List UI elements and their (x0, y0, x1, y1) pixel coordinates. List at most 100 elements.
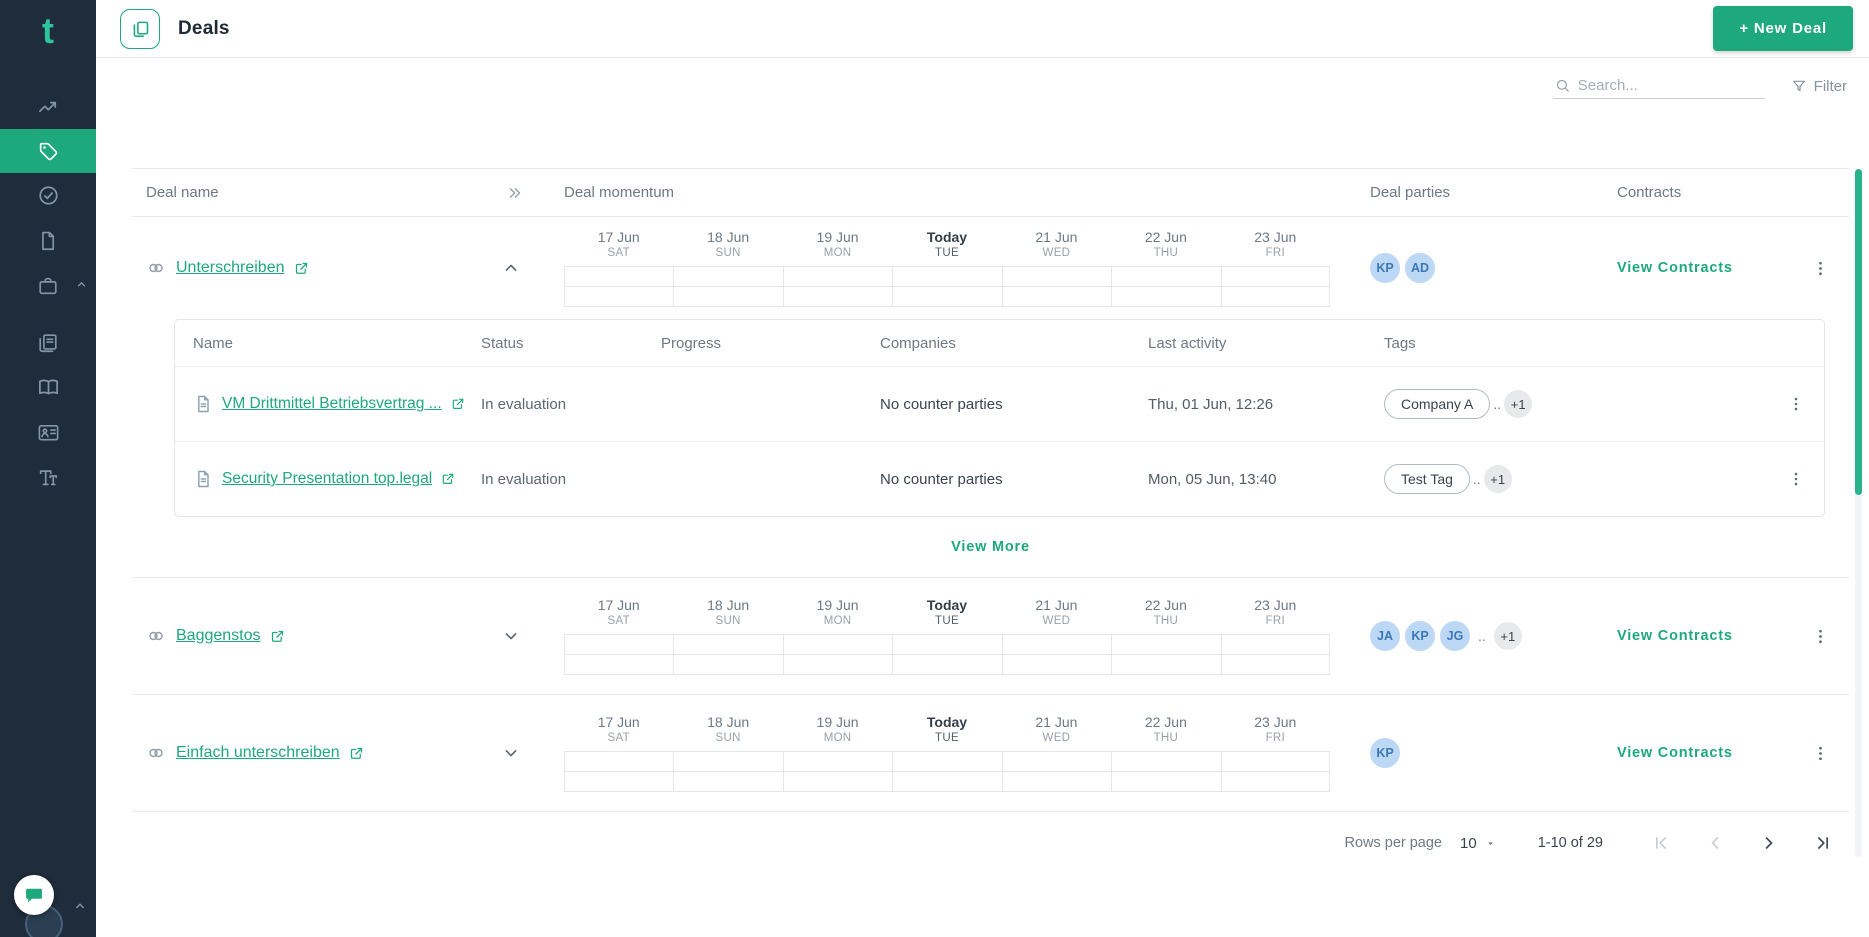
deal-section-einfach-unterschreiben: Einfach unterschreiben 17 JunSAT 18 JunS… (132, 695, 1849, 812)
deal-momentum-timeline: 17 JunSAT 18 JunSUN 19 JunMON TodayTUE 2… (564, 714, 1330, 792)
chat-launcher-button[interactable] (14, 875, 54, 915)
tags-overflow-chip[interactable]: +1 (1484, 465, 1512, 493)
tag-pill[interactable]: Test Tag (1384, 464, 1470, 494)
contract-row: VM Drittmittel Betriebsvertrag ... In ev… (175, 366, 1824, 441)
timeline-weekday: THU (1154, 615, 1179, 627)
view-contracts-link[interactable]: View Contracts (1617, 260, 1733, 276)
subcolumn-last-activity: Last activity (1148, 335, 1384, 352)
timeline-date: 18 Jun (707, 229, 749, 245)
first-page-icon[interactable] (1649, 831, 1673, 855)
timeline-cells (892, 634, 1001, 675)
view-contracts-link[interactable]: View Contracts (1617, 745, 1733, 761)
row-menu-icon[interactable] (1806, 253, 1836, 283)
view-contracts-link[interactable]: View Contracts (1617, 628, 1733, 644)
contract-companies: No counter parties (880, 396, 1148, 413)
party-avatar[interactable]: KP (1370, 253, 1400, 283)
sidebar-item-analytics[interactable] (0, 84, 96, 129)
timeline-date: 22 Jun (1145, 714, 1187, 730)
party-avatar[interactable]: AD (1405, 253, 1435, 283)
search-input[interactable] (1578, 77, 1763, 94)
timeline-date: 17 Jun (598, 714, 640, 730)
deals-table: Deal name Deal momentum Deal parties Con… (132, 168, 1849, 874)
tags-overflow-chip[interactable]: +1 (1504, 390, 1532, 418)
parties-overflow-chip[interactable]: +1 (1494, 622, 1522, 650)
search-box[interactable] (1553, 73, 1765, 99)
filter-button[interactable]: Filter (1791, 78, 1847, 95)
row-menu-icon[interactable] (1781, 464, 1811, 494)
deal-name-link[interactable]: Unterschreiben (176, 259, 285, 277)
previous-page-icon[interactable] (1703, 831, 1727, 855)
subcolumn-status: Status (481, 335, 661, 352)
last-page-icon[interactable] (1811, 831, 1835, 855)
sidebar-item-workspace[interactable] (0, 263, 96, 308)
sidebar-item-library[interactable] (0, 320, 96, 365)
party-avatar[interactable]: KP (1405, 621, 1435, 651)
row-menu-icon[interactable] (1781, 389, 1811, 419)
chevron-down-icon[interactable] (496, 738, 526, 768)
timeline-date: 22 Jun (1145, 229, 1187, 245)
timeline-cells (1111, 751, 1220, 792)
timeline-weekday: SAT (608, 247, 630, 259)
view-more-link[interactable]: View More (951, 539, 1030, 555)
column-header-deal-parties: Deal parties (1330, 184, 1617, 201)
timeline-cells (892, 751, 1001, 792)
tag-pill[interactable]: Company A (1384, 389, 1490, 419)
deal-name-link[interactable]: Einfach unterschreiben (176, 744, 340, 762)
next-page-icon[interactable] (1757, 831, 1781, 855)
party-avatar[interactable]: JA (1370, 621, 1400, 651)
timeline-weekday: FRI (1266, 247, 1285, 259)
party-avatar[interactable]: JG (1440, 621, 1470, 651)
sidebar-workspace-group (0, 320, 96, 500)
sidebar-item-documents[interactable] (0, 218, 96, 263)
external-link-icon[interactable] (294, 261, 309, 276)
external-link-icon[interactable] (349, 746, 364, 761)
rows-per-page-select[interactable]: 10 (1460, 835, 1496, 852)
sidebar-item-deals[interactable] (0, 129, 96, 173)
sidebar-item-book[interactable] (0, 365, 96, 410)
contract-row: Security Presentation top.legal In evalu… (175, 441, 1824, 516)
filter-label: Filter (1814, 78, 1847, 95)
contract-status: In evaluation (481, 396, 661, 413)
timeline-date: 19 Jun (817, 597, 859, 613)
row-menu-icon[interactable] (1806, 621, 1836, 651)
double-chevron-right-icon[interactable] (506, 184, 524, 202)
timeline-cells (564, 266, 673, 307)
timeline-cells (1111, 634, 1220, 675)
chevron-up-icon[interactable] (496, 253, 526, 283)
table-header-row: Deal name Deal momentum Deal parties Con… (132, 169, 1849, 217)
deal-rings-icon (146, 258, 166, 278)
sidebar-item-contacts[interactable] (0, 410, 96, 455)
party-avatar[interactable]: KP (1370, 738, 1400, 768)
column-header-deal-name: Deal name (146, 184, 219, 201)
new-deal-button[interactable]: + New Deal (1713, 6, 1853, 51)
row-menu-icon[interactable] (1806, 738, 1836, 768)
external-link-icon[interactable] (270, 629, 285, 644)
document-icon (37, 230, 59, 252)
chevron-down-icon[interactable] (496, 621, 526, 651)
external-link-icon[interactable] (451, 397, 465, 411)
contract-name-link[interactable]: Security Presentation top.legal (222, 470, 432, 488)
deal-name-link[interactable]: Baggenstos (176, 627, 261, 645)
scrollbar-thumb[interactable] (1855, 169, 1862, 495)
timeline-cells (783, 266, 892, 307)
chat-bubble-icon (24, 885, 44, 905)
subtable-header-row: Name Status Progress Companies Last acti… (175, 320, 1824, 366)
external-link-icon[interactable] (441, 472, 455, 486)
sidebar-item-text[interactable] (0, 455, 96, 500)
timeline-weekday: SAT (608, 732, 630, 744)
chevron-up-icon[interactable] (73, 899, 87, 913)
pagination-range: 1-10 of 29 (1538, 835, 1603, 851)
sidebar: t (0, 0, 96, 937)
chevron-up-icon[interactable] (75, 278, 88, 291)
contract-name-link[interactable]: VM Drittmittel Betriebsvertrag ... (222, 395, 442, 413)
search-icon (1555, 77, 1570, 94)
timeline-weekday: MON (824, 615, 852, 627)
timeline-date: 22 Jun (1145, 597, 1187, 613)
contact-card-icon (37, 421, 60, 444)
timeline-date-today: Today (927, 714, 967, 730)
timeline-date: 19 Jun (817, 229, 859, 245)
timeline-cells (1002, 266, 1111, 307)
app-logo[interactable]: t (0, 0, 96, 62)
timeline-date: 23 Jun (1254, 597, 1296, 613)
sidebar-item-tasks[interactable] (0, 173, 96, 218)
